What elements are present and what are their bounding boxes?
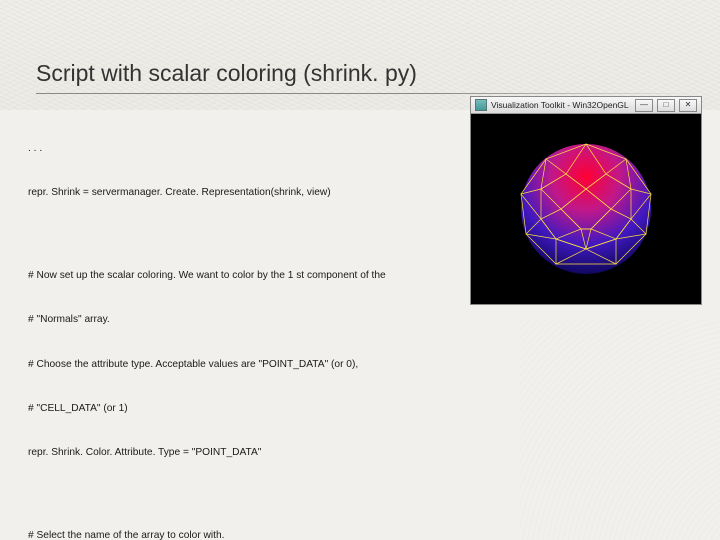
code-line: repr. Shrink. Color. Attribute. Type = "… (28, 446, 438, 461)
close-button[interactable]: ✕ (679, 99, 697, 112)
render-viewport[interactable] (471, 114, 701, 304)
minimize-button[interactable]: — (635, 99, 653, 112)
maximize-button[interactable]: □ (657, 99, 675, 112)
window-titlebar[interactable]: Visualization Toolkit - Win32OpenGL #1 —… (471, 97, 701, 114)
code-line: # Select the name of the array to color … (28, 529, 438, 540)
render-window: Visualization Toolkit - Win32OpenGL #1 —… (470, 96, 702, 305)
code-line: # "CELL_DATA" (or 1) (28, 402, 438, 417)
code-block: . . . repr. Shrink = servermanager. Crea… (28, 112, 438, 540)
window-title: Visualization Toolkit - Win32OpenGL #1 (491, 100, 631, 110)
slide-title: Script with scalar coloring (shrink. py) (0, 0, 720, 93)
rendered-sphere-icon (501, 124, 671, 294)
code-line: . . . (28, 142, 438, 157)
code-line: # "Normals" array. (28, 313, 438, 328)
code-line: # Choose the attribute type. Acceptable … (28, 358, 438, 373)
app-icon (475, 99, 487, 111)
code-line: # Now set up the scalar coloring. We wan… (28, 269, 438, 284)
code-line: repr. Shrink = servermanager. Create. Re… (28, 186, 438, 201)
